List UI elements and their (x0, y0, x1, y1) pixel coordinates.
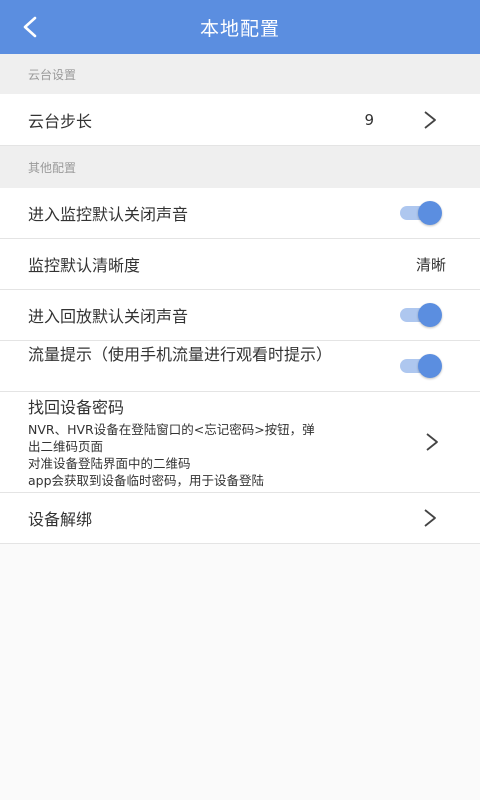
mute-live-row: 进入监控默认关闭声音 (0, 188, 480, 239)
default-quality-row[interactable]: 监控默认清晰度 清晰 (0, 239, 480, 290)
default-quality-value: 清晰 (415, 255, 446, 274)
section-title-other: 其他配置 (28, 160, 77, 175)
default-quality-label: 监控默认清晰度 (28, 256, 141, 275)
section-header-ptz: 云台设置 (0, 54, 480, 94)
find-password-desc-line: NVR、HVR设备在登陆窗口的<忘记密码>按钮，弹 (28, 422, 315, 437)
find-password-desc-line: app会获取到设备临时密码，用于设备登陆 (28, 473, 265, 488)
find-password-desc: NVR、HVR设备在登陆窗口的<忘记密码>按钮，弹 出二维码页面 对准设备登陆界… (28, 421, 398, 489)
mute-playback-toggle[interactable] (400, 303, 442, 327)
data-warning-row: 流量提示（使用手机流量进行观看时提示） (0, 341, 480, 392)
toggle-knob (418, 303, 442, 327)
section-title-ptz: 云台设置 (28, 67, 77, 82)
ptz-step-label: 云台步长 (28, 111, 93, 131)
mute-live-label: 进入监控默认关闭声音 (28, 205, 189, 224)
data-warning-label: 流量提示（使用手机流量进行观看时提示） (28, 345, 333, 364)
find-password-title: 找回设备密码 (28, 398, 125, 417)
section-header-other: 其他配置 (0, 146, 480, 188)
back-button[interactable] (10, 7, 50, 47)
ptz-step-value: 9 (364, 110, 374, 129)
find-password-desc-line: 对准设备登陆界面中的二维码 (28, 456, 191, 471)
unbind-row[interactable]: 设备解绑 (0, 493, 480, 544)
chevron-right-icon (420, 506, 440, 530)
data-warning-toggle[interactable] (400, 354, 442, 378)
find-password-row[interactable]: 找回设备密码 NVR、HVR设备在登陆窗口的<忘记密码>按钮，弹 出二维码页面 … (0, 392, 480, 493)
mute-playback-label: 进入回放默认关闭声音 (28, 307, 189, 326)
chevron-left-icon (23, 16, 37, 38)
chevron-right-icon (422, 430, 442, 454)
toggle-knob (418, 354, 442, 378)
mute-live-toggle[interactable] (400, 201, 442, 225)
chevron-right-icon (420, 108, 440, 132)
ptz-step-row[interactable]: 云台步长 9 (0, 94, 480, 146)
find-password-desc-line: 出二维码页面 (28, 439, 104, 454)
mute-playback-row: 进入回放默认关闭声音 (0, 290, 480, 341)
page-title: 本地配置 (199, 17, 280, 40)
header-bar: 本地配置 (0, 0, 480, 54)
unbind-label: 设备解绑 (28, 510, 93, 529)
toggle-knob (418, 201, 442, 225)
